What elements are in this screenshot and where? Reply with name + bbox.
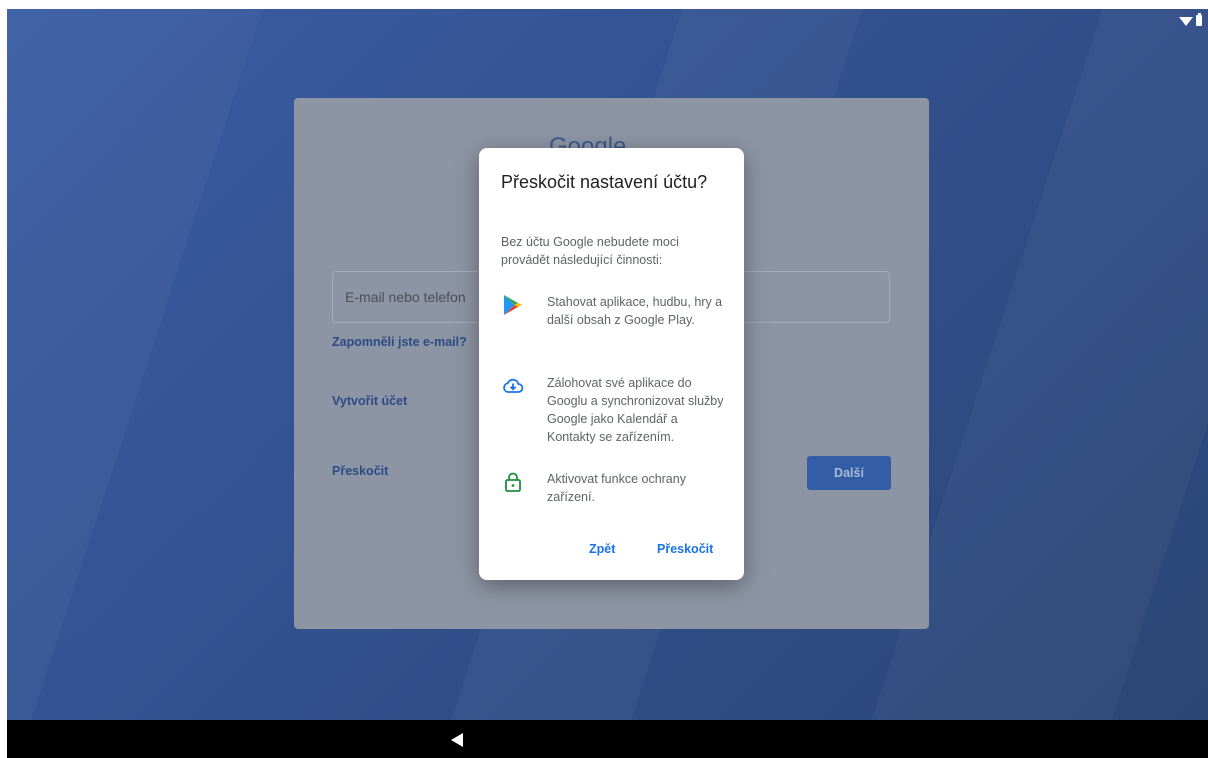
battery-icon	[1196, 12, 1202, 26]
create-account-link[interactable]: Vytvořit účet	[332, 394, 407, 408]
setup-screen: Google Zapomněli jste e-mail? Vytvořit ú…	[7, 9, 1208, 720]
nav-back-icon[interactable]	[449, 732, 465, 748]
dialog-title: Přeskočit nastavení účtu?	[501, 172, 708, 192]
navigation-bar	[7, 720, 1208, 758]
wifi-icon	[1179, 16, 1193, 26]
back-button[interactable]: Zpět	[589, 542, 615, 556]
skip-button[interactable]: Přeskočit	[657, 542, 713, 556]
status-bar	[1179, 12, 1202, 28]
skip-link[interactable]: Přeskočit	[332, 464, 388, 478]
forgot-email-link[interactable]: Zapomněli jste e-mail?	[332, 335, 467, 349]
lock-icon	[505, 472, 521, 492]
feature-text: Aktivovat funkce ochrany zařízení.	[547, 472, 686, 504]
background-facet	[7, 9, 263, 720]
feature-text: Zálohovat své aplikace do Googlu a synch…	[547, 376, 724, 444]
next-button[interactable]: Další	[807, 456, 891, 490]
dialog-description: Bez účtu Google nebudete moci provádět n…	[501, 235, 679, 267]
feature-text: Stahovat aplikace, hudbu, hry a další ob…	[547, 295, 723, 327]
google-play-icon	[504, 295, 522, 315]
cloud-backup-icon	[503, 378, 524, 393]
skip-account-dialog: Přeskočit nastavení účtu? Bez účtu Googl…	[479, 148, 744, 580]
